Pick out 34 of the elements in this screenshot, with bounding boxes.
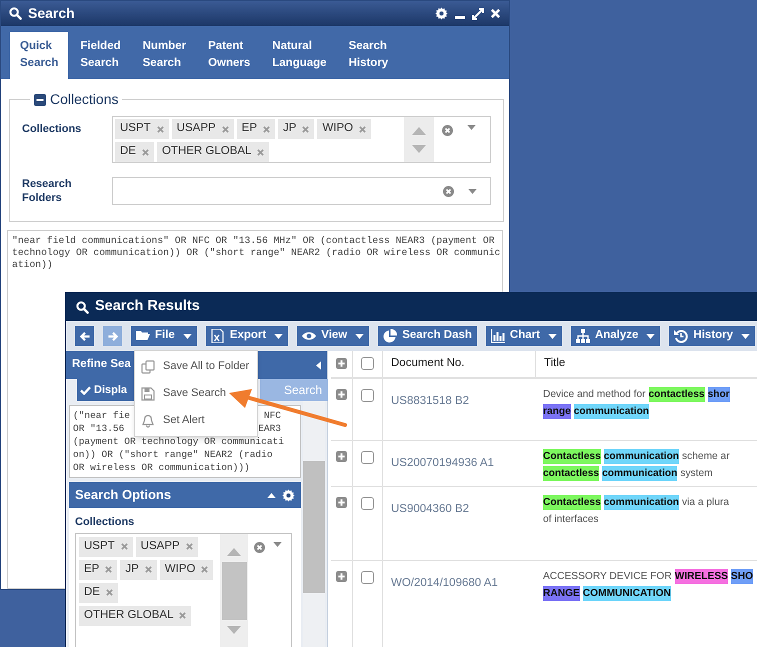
query-text: EAR3 — [258, 422, 281, 435]
highlighted-term: communication — [604, 448, 680, 464]
title-text: of interfaces — [543, 512, 598, 527]
highlighted-term: communication — [574, 404, 650, 419]
window-title: Search — [28, 4, 75, 23]
panel-title: Search Options — [75, 486, 172, 504]
query-text: ("near fie — [73, 409, 130, 422]
highlighted-term: communication — [604, 494, 680, 510]
field-label: Research Folders — [22, 177, 73, 205]
highlighted-term: COMMUNICATION — [582, 586, 671, 602]
field-label: Collections — [22, 122, 82, 137]
query-text: NFC — [264, 409, 281, 422]
highlighted-term: range — [543, 404, 571, 419]
section-legend: Collections — [50, 89, 118, 110]
highlighted-term: shor — [708, 386, 730, 402]
highlighted-term: contactless — [648, 386, 705, 402]
query-text: OR wireless OR communication))) — [73, 461, 250, 474]
title-text: scheme ar — [682, 450, 730, 464]
title-text: ACCESSORY DEVICE FOR — [543, 570, 672, 584]
highlighted-term: Contactless — [543, 494, 601, 510]
window-title: Search Results — [95, 297, 200, 316]
title-text: Device and method for — [543, 388, 646, 402]
highlighted-term: communication — [602, 466, 678, 481]
highlighted-term: Contactless — [543, 448, 601, 464]
field-label: Collections — [75, 515, 136, 530]
highlighted-term: RANGE — [543, 586, 580, 602]
highlighted-term: contactless — [543, 466, 600, 481]
panel-title: Refine Sea — [72, 357, 131, 372]
title-text: system — [680, 466, 713, 481]
title-text: via a plura — [682, 496, 730, 510]
query-text: on)) OR ("short range" NEAR2 (radio — [73, 448, 273, 461]
query-text: OR "13.56 — [73, 422, 124, 435]
highlighted-term: SHO — [730, 569, 753, 584]
query-text: (payment OR technology OR communicati — [73, 435, 284, 448]
